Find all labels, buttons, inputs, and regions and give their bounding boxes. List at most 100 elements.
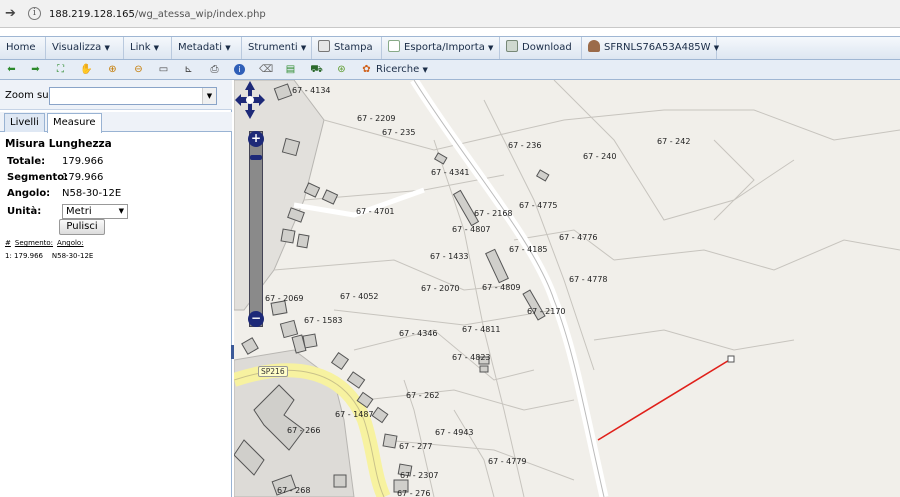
- globe-icon[interactable]: ⊛: [335, 63, 348, 76]
- parcel-label: 67 - 276: [397, 489, 431, 497]
- menu-link-label: Link: [130, 42, 151, 53]
- zoom-in-icon[interactable]: ⊕: [106, 63, 119, 76]
- tab-measure[interactable]: Measure: [47, 113, 102, 133]
- full-extent-icon[interactable]: ⛶: [54, 63, 67, 76]
- clear-button[interactable]: Pulisci: [59, 219, 105, 235]
- measure-line-icon[interactable]: ▭: [157, 63, 170, 76]
- angolo-row: Angolo: N58-30-12E: [5, 188, 227, 204]
- parcel-label: 67 - 1433: [430, 252, 469, 261]
- parcel-label: 67 - 235: [382, 128, 416, 137]
- tab-livelli-label: Livelli: [10, 117, 39, 128]
- zoom-out-icon[interactable]: ⊖: [132, 63, 145, 76]
- clear-button-label: Pulisci: [66, 221, 98, 232]
- main-menu-bar: Home Visualizza ▼ Link ▼ Metadati ▼ Stru…: [0, 36, 900, 60]
- menu-metadati-label: Metadati: [178, 42, 223, 53]
- menu-link[interactable]: Link ▼: [124, 37, 172, 59]
- tab-livelli[interactable]: Livelli: [4, 113, 45, 132]
- printer-icon: [318, 40, 330, 52]
- map-graphics: [234, 80, 900, 497]
- unita-row: Unità: Metri ▼: [5, 204, 227, 222]
- parcel-label: 67 - 2209: [357, 114, 396, 123]
- ricerche-label: Ricerche: [376, 64, 420, 75]
- print-icon[interactable]: ⎙: [208, 63, 221, 76]
- zoom-slider-thumb[interactable]: [250, 155, 262, 160]
- map-canvas[interactable]: 67 - 4134 67 - 2209 67 - 235 67 - 236 67…: [234, 80, 900, 497]
- browser-address-bar: ➔ i 188.219.128.165/wg_atessa_wip/index.…: [0, 0, 900, 28]
- parcel-label: 67 - 1583: [304, 316, 343, 325]
- left-panel: Zoom su: ▼ Livelli Measure Misura Lunghe…: [0, 80, 232, 497]
- angolo-value: N58-30-12E: [62, 188, 122, 199]
- segmento-label: Segmento:: [7, 172, 69, 183]
- menu-user[interactable]: SFRNLS76A53A485W ▼: [582, 37, 720, 59]
- segment-length: 179.966: [14, 252, 43, 260]
- panel-tabs: Livelli Measure: [0, 112, 232, 133]
- parcel-label: 67 - 240: [583, 152, 617, 161]
- parcel-label: 67 - 4775: [519, 201, 558, 210]
- segmento-row: Segmento: 179.966: [5, 172, 227, 188]
- parcel-label: 67 - 2070: [421, 284, 460, 293]
- menu-strumenti[interactable]: Strumenti ▼: [242, 37, 312, 59]
- caret-down-icon: ▼: [153, 44, 160, 52]
- parcel-label: 67 - 2168: [474, 209, 513, 218]
- zoom-out-button[interactable]: −: [248, 311, 264, 327]
- menu-home[interactable]: Home: [0, 37, 46, 59]
- menu-download[interactable]: Download: [500, 37, 582, 59]
- measure-vertex-handle: [727, 355, 735, 363]
- caret-down-icon: ▼: [713, 44, 720, 52]
- menu-metadati[interactable]: Metadati ▼: [172, 37, 242, 59]
- zoom-select[interactable]: ▼: [49, 87, 217, 105]
- measure-panel: Misura Lunghezza Totale: 179.966 Segmento…: [5, 138, 227, 222]
- segment-index: 1:: [5, 252, 12, 260]
- chevron-down-icon[interactable]: ▼: [202, 88, 216, 104]
- menu-stampa[interactable]: Stampa: [312, 37, 382, 59]
- unit-select[interactable]: Metri ▼: [62, 204, 128, 219]
- segment-angle: N58-30-12E: [51, 252, 94, 260]
- back-arrow-icon[interactable]: ⬅: [5, 63, 18, 76]
- forward-arrow-icon[interactable]: ➔: [5, 6, 16, 21]
- zoom-slider[interactable]: [249, 131, 263, 327]
- road-label: SP216: [258, 366, 288, 377]
- parcel-label: 67 - 4807: [452, 225, 491, 234]
- search-palette-icon[interactable]: ✿: [360, 63, 373, 76]
- parcel-label: 67 - 4779: [488, 457, 527, 466]
- measure-area-icon[interactable]: ⊾: [182, 63, 195, 76]
- parcel-label: 67 - 236: [508, 141, 542, 150]
- pan-control-icon[interactable]: [234, 80, 266, 120]
- parcel-label: 67 - 4346: [399, 329, 438, 338]
- tab-measure-label: Measure: [53, 117, 96, 128]
- zoom-in-button[interactable]: +: [248, 131, 264, 147]
- col-angolo: Angolo:: [57, 239, 84, 247]
- menu-download-label: Download: [522, 42, 572, 53]
- parcel-label: 67 - 4701: [356, 207, 395, 216]
- caret-down-icon: ▼: [225, 44, 231, 52]
- menu-strumenti-label: Strumenti: [248, 42, 298, 53]
- user-icon: [588, 40, 600, 52]
- forward-arrow-icon[interactable]: ➡: [29, 63, 42, 76]
- segment-row: 1: 179.966 N58-30-12E: [5, 252, 93, 260]
- zoom-row: Zoom su: ▼: [0, 80, 232, 110]
- parcel-label: 67 - 4778: [569, 275, 608, 284]
- menu-user-label: SFRNLS76A53A485W: [604, 42, 711, 53]
- menu-home-label: Home: [6, 42, 36, 53]
- list-document-icon[interactable]: ▤: [284, 63, 297, 76]
- parcel-label: 67 - 4811: [462, 325, 501, 334]
- car-icon[interactable]: ⛟: [310, 63, 323, 76]
- info-icon[interactable]: i: [234, 64, 245, 75]
- menu-visualizza[interactable]: Visualizza ▼: [46, 37, 124, 59]
- site-info-icon[interactable]: i: [28, 7, 41, 20]
- menu-esporta-importa[interactable]: Esporta/Importa ▼: [382, 37, 500, 59]
- parcel-label: 67 - 277: [399, 442, 433, 451]
- parcel-label: 67 - 4943: [435, 428, 474, 437]
- angolo-label: Angolo:: [7, 188, 51, 199]
- pan-hand-icon[interactable]: ✋: [80, 63, 93, 76]
- ricerche-menu[interactable]: Ricerche ▼: [376, 60, 428, 79]
- parcel-label: 67 - 4185: [509, 245, 548, 254]
- parcel-label: 67 - 4134: [292, 86, 331, 95]
- url-text[interactable]: 188.219.128.165/wg_atessa_wip/index.php: [49, 9, 266, 20]
- caret-down-icon: ▼: [488, 44, 494, 52]
- menu-visualizza-label: Visualizza: [52, 42, 102, 53]
- parcel-label: 67 - 262: [406, 391, 440, 400]
- eraser-icon[interactable]: ⌫: [259, 63, 273, 76]
- measure-line: [597, 358, 732, 441]
- segments-header: # Segmento: Angolo:: [5, 239, 88, 247]
